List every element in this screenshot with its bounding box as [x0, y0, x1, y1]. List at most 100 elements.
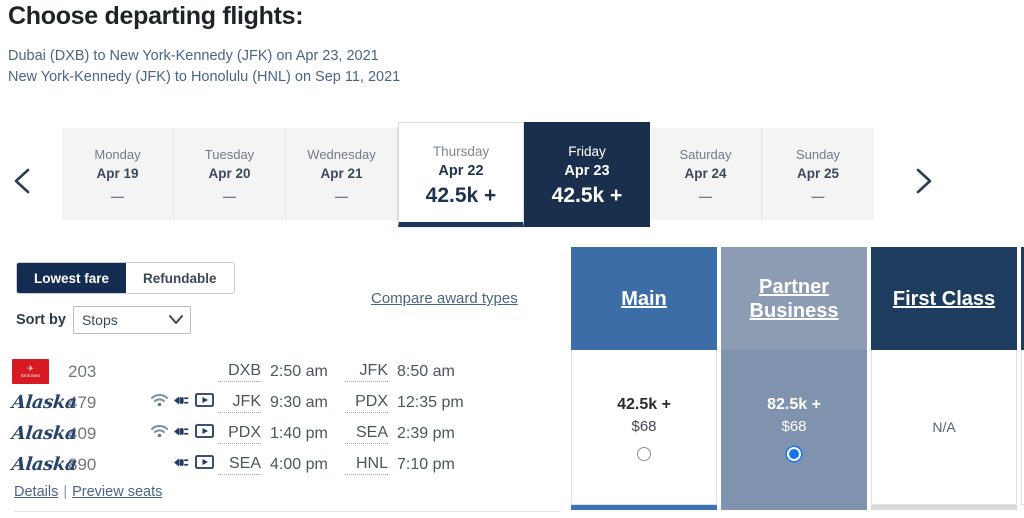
route-line-outbound: Dubai (DXB) to New York-Kennedy (JFK) on…	[8, 48, 379, 64]
date-card-apr-24[interactable]: Saturday Apr 24 —	[650, 128, 762, 220]
destination-airport-code[interactable]: HNL	[345, 455, 388, 475]
fare-column-partner-business: Partner Business 82.5k + $68	[721, 247, 982, 510]
date-card-dayofweek: Friday	[568, 144, 606, 159]
wifi-icon	[151, 393, 168, 412]
toggle-lowest-fare[interactable]: Lowest fare	[17, 263, 127, 293]
date-card-dayofweek: Saturday	[679, 147, 732, 162]
date-card-price: —	[111, 189, 124, 204]
previous-dates-button[interactable]	[6, 164, 40, 198]
fare-underbar-first-class	[871, 505, 1017, 510]
entertainment-icon	[195, 424, 214, 443]
power-icon	[173, 456, 190, 474]
compare-award-types-link[interactable]: Compare award types	[371, 290, 518, 307]
chevron-right-icon	[916, 168, 932, 194]
toggle-refundable[interactable]: Refundable	[126, 263, 234, 293]
airline-logo-cell: Alaska	[0, 454, 78, 475]
flight-selection-page: Choose departing flights: Dubai (DXB) to…	[0, 0, 1024, 518]
power-icon	[173, 425, 190, 443]
date-card-apr-22[interactable]: Thursday Apr 22 42.5k +	[398, 122, 524, 227]
date-selector-strip: Monday Apr 19 — Tuesday Apr 20 — Wednesday Apr …	[0, 122, 1024, 233]
alaska-logo: Alaska	[10, 454, 78, 475]
fare-cash: $68	[781, 417, 807, 435]
link-separator: |	[63, 484, 68, 500]
chevron-left-icon	[14, 168, 30, 194]
emirates-logo-word: Emirates	[20, 372, 41, 378]
fare-cell-partner-business[interactable]: 82.5k + $68	[721, 350, 982, 505]
date-card-date: Apr 24	[684, 166, 727, 181]
fare-header-main[interactable]: Main	[571, 247, 717, 350]
fare-radio-partner-business[interactable]	[787, 446, 801, 461]
date-card-apr-19[interactable]: Monday Apr 19 —	[62, 128, 174, 220]
date-card-price: —	[699, 189, 712, 204]
date-card-price: —	[811, 189, 825, 204]
departure-time: 4:00 pm	[270, 455, 328, 473]
fare-column-main: Main 42.5k + $68	[571, 247, 717, 510]
date-card-date: Apr 20	[208, 166, 251, 181]
fare-header-label: First Class	[892, 287, 996, 310]
sort-select[interactable]: StopsPriceDepartureArrivalDuration	[72, 306, 191, 334]
amenity-icons	[130, 393, 218, 412]
arrival-time: 8:50 am	[397, 362, 455, 380]
fare-columns: Main 42.5k + $68 Partner Business 82.5k + $68 F…	[571, 247, 1024, 510]
preview-seats-link[interactable]: Preview seats	[72, 484, 162, 500]
fare-radio-main[interactable]	[637, 446, 651, 461]
emirates-logo-mark: ✈	[27, 363, 34, 373]
origin-airport-code[interactable]: SEA	[218, 455, 261, 475]
flight-list: ✈ Emirates 203 DXB 2:50 am JFK 8:50 am Alaska 47…	[0, 356, 560, 480]
divider	[14, 511, 560, 512]
flight-row: ✈ Emirates 203 DXB 2:50 am JFK 8:50 am	[0, 356, 560, 387]
airline-logo-cell: Alaska	[0, 423, 78, 444]
fare-header-label: Main	[621, 287, 667, 310]
date-card-list: Monday Apr 19 — Tuesday Apr 20 — Wednesday Apr …	[62, 122, 874, 227]
amenity-icons	[130, 455, 218, 474]
route-summary: Dubai (DXB) to New York-Kennedy (JFK) on…	[8, 46, 400, 88]
arrival-time: 7:10 pm	[397, 455, 455, 473]
fare-cell-first-class: N/A	[871, 350, 1017, 505]
arrival-time: 12:35 pm	[397, 393, 464, 411]
amenity-icons	[130, 424, 218, 443]
arrival-time: 2:39 pm	[397, 424, 455, 442]
fare-type-toggle: Lowest fare Refundable	[16, 262, 235, 294]
entertainment-icon	[195, 455, 214, 474]
date-card-date: Apr 25	[796, 166, 840, 181]
origin-airport-code[interactable]: PDX	[218, 424, 261, 444]
fare-header-partner-business[interactable]: Partner Business	[721, 247, 867, 350]
date-card-apr-25[interactable]: Sunday Apr 25 —	[762, 128, 874, 220]
date-card-date: Apr 23	[564, 163, 610, 179]
fare-underbar-partner-business	[721, 505, 867, 510]
date-card-date: Apr 22	[438, 163, 484, 179]
flight-detail-links: Details | Preview seats	[14, 484, 162, 500]
fare-unavailable-label: N/A	[932, 419, 956, 435]
fare-miles: 82.5k +	[767, 395, 821, 413]
destination-airport-code[interactable]: JFK	[345, 362, 388, 382]
sort-control: Sort by StopsPriceDepartureArrivalDurati…	[16, 306, 191, 334]
flight-row: Alaska 890 SEA 4:00 pm HNL 7:10 pm	[0, 449, 560, 480]
route-line-return: New York-Kennedy (JFK) to Honolulu (HNL)…	[8, 69, 401, 85]
date-card-price: —	[335, 189, 348, 204]
date-card-price: —	[223, 189, 236, 204]
date-card-price: 42.5k +	[425, 184, 497, 207]
fare-column-first-class: First Class N/A	[871, 247, 1017, 510]
details-link[interactable]: Details	[14, 484, 58, 500]
origin-airport-code[interactable]: JFK	[218, 393, 261, 413]
fare-underbar-main	[571, 505, 717, 510]
departure-time: 2:50 am	[270, 362, 328, 380]
airline-logo-cell: Alaska	[0, 392, 78, 413]
alaska-logo: Alaska	[10, 423, 78, 444]
origin-airport-code[interactable]: DXB	[218, 362, 261, 382]
flight-row: Alaska 409 PDX 1:40 pm SEA 2:39 pm	[0, 418, 560, 449]
destination-airport-code[interactable]: PDX	[345, 393, 388, 413]
destination-airport-code[interactable]: SEA	[345, 424, 388, 444]
date-card-apr-20[interactable]: Tuesday Apr 20 —	[174, 128, 286, 220]
fare-cell-main[interactable]: 42.5k + $68	[571, 350, 717, 505]
flight-number: 479	[68, 392, 97, 412]
departure-time: 9:30 am	[270, 393, 328, 411]
fare-header-first-class[interactable]: First Class	[871, 247, 1017, 350]
date-card-apr-21[interactable]: Wednesday Apr 21 —	[286, 128, 398, 220]
page-title: Choose departing flights:	[8, 2, 304, 30]
fare-header-label: Partner Business	[749, 275, 839, 322]
sort-by-label: Sort by	[16, 312, 66, 328]
date-card-apr-23[interactable]: Friday Apr 23 42.5k +	[524, 122, 650, 227]
next-dates-button[interactable]	[906, 164, 940, 198]
date-card-dayofweek: Thursday	[432, 144, 490, 159]
